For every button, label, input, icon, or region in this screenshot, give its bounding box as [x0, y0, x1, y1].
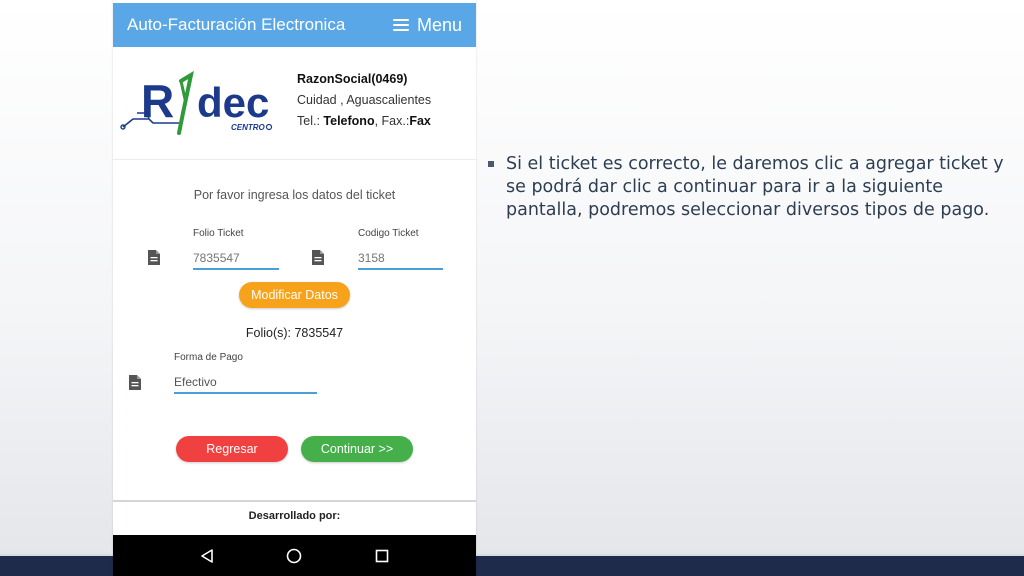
menu-label: Menu	[416, 14, 462, 35]
phone-screen: Auto-Facturación Electronica Menu R dec …	[113, 0, 476, 576]
company-header: R dec CENTRO RazonSocial(0469) Cuidad , …	[113, 55, 476, 160]
form-prompt: Por favor ingresa los datos del ticket	[193, 188, 396, 202]
regresar-button[interactable]: Regresar	[176, 436, 288, 462]
codigo-ticket-label: Codigo Ticket	[358, 228, 419, 239]
document-icon	[148, 250, 160, 265]
company-city: Cuidad , Aguascalientes	[297, 93, 432, 107]
square-recents-icon[interactable]	[372, 546, 392, 566]
fax-label: , Fax.:	[374, 114, 410, 128]
codigo-ticket-field: Codigo Ticket	[358, 228, 443, 270]
folio-ticket-field: Folio Ticket	[193, 228, 279, 270]
hamburger-icon	[392, 16, 409, 34]
modificar-datos-button[interactable]: Modificar Datos	[239, 282, 350, 308]
logo-sub: CENTRO	[231, 123, 266, 132]
document-icon	[129, 375, 141, 390]
circle-home-icon[interactable]	[284, 546, 304, 566]
logo-text: dec	[197, 79, 269, 126]
forma-de-pago-input[interactable]	[174, 372, 317, 394]
fax-value: Fax	[409, 114, 431, 128]
android-nav-bar	[113, 535, 476, 576]
folio-ticket-label: Folio Ticket	[193, 228, 244, 239]
document-icon	[312, 250, 324, 265]
tel-label: Tel.:	[297, 114, 320, 128]
menu-button[interactable]: Menu	[392, 14, 462, 36]
triangle-back-icon[interactable]	[197, 546, 217, 566]
app-bar: Auto-Facturación Electronica Menu	[113, 3, 476, 47]
continuar-button[interactable]: Continuar >>	[301, 436, 413, 462]
company-info: RazonSocial(0469) Cuidad , Aguascaliente…	[297, 69, 431, 132]
folio-ticket-input[interactable]	[193, 248, 279, 270]
company-logo: R dec CENTRO	[120, 70, 273, 135]
slide-bullet-text: Si el ticket es correcto, le daremos cli…	[506, 154, 1004, 220]
tel-value: Telefono	[323, 114, 375, 128]
app-title: Auto-Facturación Electronica	[127, 15, 346, 34]
logo-text: R	[141, 75, 174, 127]
slide-bullet: Si el ticket es correcto, le daremos cli…	[488, 153, 1018, 222]
footer-divider	[113, 500, 476, 502]
developed-by-label: Desarrollado por:	[248, 510, 341, 522]
company-contact: Tel.: Telefono, Fax.:Fax	[297, 111, 431, 132]
bullet-icon	[488, 161, 494, 167]
company-name: RazonSocial(0469)	[297, 72, 408, 86]
codigo-ticket-input[interactable]	[358, 248, 443, 270]
folios-text: Folio(s): 7835547	[245, 326, 344, 340]
forma-de-pago-field: Forma de Pago	[174, 352, 317, 394]
forma-de-pago-label: Forma de Pago	[174, 352, 243, 363]
